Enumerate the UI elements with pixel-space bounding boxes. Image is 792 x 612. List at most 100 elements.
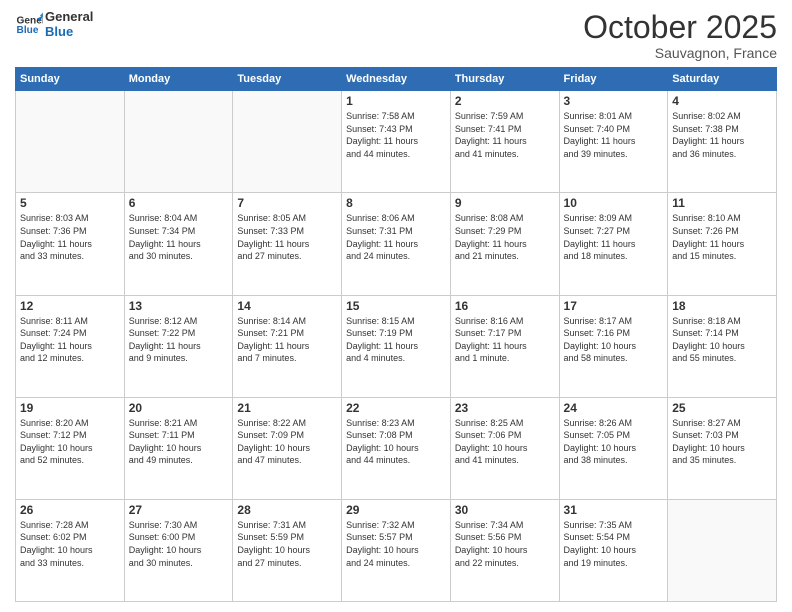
calendar-cell: 21 Sunrise: 8:22 AM Sunset: 7:09 PM Dayli… [233,397,342,499]
calendar-week-4: 19Sunrise: 8:20 AM Sunset: 7:12 PM Dayli… [16,397,777,499]
calendar-cell: 4 Sunrise: 8:02 AM Sunset: 7:38 PM Daylig… [668,91,777,193]
calendar-cell: 19Sunrise: 8:20 AM Sunset: 7:12 PM Dayli… [16,397,125,499]
day-number: 2 [455,94,555,108]
day-info: Sunrise: 8:01 AM Sunset: 7:40 PM Dayligh… [564,110,664,160]
calendar-cell: 31Sunrise: 7:35 AM Sunset: 5:54 PM Dayli… [559,499,668,601]
calendar-cell: 23 Sunrise: 8:25 AM Sunset: 7:06 PM Dayli… [450,397,559,499]
day-info: Sunrise: 8:06 AM Sunset: 7:31 PM Dayligh… [346,212,446,262]
day-number: 28 [237,503,337,517]
day-number: 30 [455,503,555,517]
logo: General Blue General Blue [15,10,93,40]
calendar-cell: 3Sunrise: 8:01 AM Sunset: 7:40 PM Daylig… [559,91,668,193]
header: General Blue General Blue October 2025 S… [15,10,777,61]
day-number: 24 [564,401,664,415]
header-wednesday: Wednesday [342,68,451,91]
day-info: Sunrise: 7:28 AM Sunset: 6:02 PM Dayligh… [20,519,120,569]
header-sunday: Sunday [16,68,125,91]
day-number: 25 [672,401,772,415]
calendar-cell: 12 Sunrise: 8:11 AM Sunset: 7:24 PM Dayli… [16,295,125,397]
header-saturday: Saturday [668,68,777,91]
calendar-table: Sunday Monday Tuesday Wednesday Thursday… [15,67,777,602]
svg-text:Blue: Blue [17,25,39,36]
day-number: 9 [455,196,555,210]
day-info: Sunrise: 8:14 AM Sunset: 7:21 PM Dayligh… [237,315,337,365]
day-info: Sunrise: 8:22 AM Sunset: 7:09 PM Dayligh… [237,417,337,467]
logo-blue: Blue [45,25,93,40]
day-number: 8 [346,196,446,210]
day-number: 4 [672,94,772,108]
day-number: 11 [672,196,772,210]
day-info: Sunrise: 8:05 AM Sunset: 7:33 PM Dayligh… [237,212,337,262]
calendar-cell: 16Sunrise: 8:16 AM Sunset: 7:17 PM Dayli… [450,295,559,397]
day-number: 7 [237,196,337,210]
day-number: 10 [564,196,664,210]
calendar-week-2: 5 Sunrise: 8:03 AM Sunset: 7:36 PM Daylig… [16,193,777,295]
calendar-cell: 14 Sunrise: 8:14 AM Sunset: 7:21 PM Dayli… [233,295,342,397]
calendar-cell: 7 Sunrise: 8:05 AM Sunset: 7:33 PM Daylig… [233,193,342,295]
day-number: 12 [20,299,120,313]
day-number: 31 [564,503,664,517]
day-info: Sunrise: 7:58 AM Sunset: 7:43 PM Dayligh… [346,110,446,160]
day-info: Sunrise: 8:17 AM Sunset: 7:16 PM Dayligh… [564,315,664,365]
calendar-cell: 10 Sunrise: 8:09 AM Sunset: 7:27 PM Dayli… [559,193,668,295]
calendar-cell: 24Sunrise: 8:26 AM Sunset: 7:05 PM Dayli… [559,397,668,499]
calendar-cell: 8 Sunrise: 8:06 AM Sunset: 7:31 PM Daylig… [342,193,451,295]
calendar-week-1: 1 Sunrise: 7:58 AM Sunset: 7:43 PM Daylig… [16,91,777,193]
day-info: Sunrise: 8:10 AM Sunset: 7:26 PM Dayligh… [672,212,772,262]
day-info: Sunrise: 7:31 AM Sunset: 5:59 PM Dayligh… [237,519,337,569]
header-tuesday: Tuesday [233,68,342,91]
day-info: Sunrise: 8:16 AM Sunset: 7:17 PM Dayligh… [455,315,555,365]
day-number: 5 [20,196,120,210]
day-info: Sunrise: 8:27 AM Sunset: 7:03 PM Dayligh… [672,417,772,467]
day-info: Sunrise: 7:59 AM Sunset: 7:41 PM Dayligh… [455,110,555,160]
day-info: Sunrise: 7:34 AM Sunset: 5:56 PM Dayligh… [455,519,555,569]
day-info: Sunrise: 8:12 AM Sunset: 7:22 PM Dayligh… [129,315,229,365]
day-info: Sunrise: 8:08 AM Sunset: 7:29 PM Dayligh… [455,212,555,262]
day-number: 19 [20,401,120,415]
day-info: Sunrise: 8:09 AM Sunset: 7:27 PM Dayligh… [564,212,664,262]
calendar-cell: 2 Sunrise: 7:59 AM Sunset: 7:41 PM Daylig… [450,91,559,193]
day-info: Sunrise: 8:25 AM Sunset: 7:06 PM Dayligh… [455,417,555,467]
calendar-cell: 28 Sunrise: 7:31 AM Sunset: 5:59 PM Dayli… [233,499,342,601]
calendar-cell: 26Sunrise: 7:28 AM Sunset: 6:02 PM Dayli… [16,499,125,601]
calendar-cell: 11 Sunrise: 8:10 AM Sunset: 7:26 PM Dayli… [668,193,777,295]
day-number: 22 [346,401,446,415]
calendar-week-5: 26Sunrise: 7:28 AM Sunset: 6:02 PM Dayli… [16,499,777,601]
page: General Blue General Blue October 2025 S… [0,0,792,612]
header-thursday: Thursday [450,68,559,91]
calendar-cell [668,499,777,601]
day-info: Sunrise: 8:11 AM Sunset: 7:24 PM Dayligh… [20,315,120,365]
day-info: Sunrise: 8:03 AM Sunset: 7:36 PM Dayligh… [20,212,120,262]
day-number: 23 [455,401,555,415]
day-number: 20 [129,401,229,415]
day-number: 27 [129,503,229,517]
day-number: 18 [672,299,772,313]
calendar-cell: 15Sunrise: 8:15 AM Sunset: 7:19 PM Dayli… [342,295,451,397]
calendar-cell: 13 Sunrise: 8:12 AM Sunset: 7:22 PM Dayli… [124,295,233,397]
logo-general: General [45,10,93,25]
header-friday: Friday [559,68,668,91]
calendar-cell: 18 Sunrise: 8:18 AM Sunset: 7:14 PM Dayli… [668,295,777,397]
day-number: 1 [346,94,446,108]
calendar-week-3: 12 Sunrise: 8:11 AM Sunset: 7:24 PM Dayli… [16,295,777,397]
calendar-cell: 1 Sunrise: 7:58 AM Sunset: 7:43 PM Daylig… [342,91,451,193]
day-info: Sunrise: 8:02 AM Sunset: 7:38 PM Dayligh… [672,110,772,160]
calendar-body: 1 Sunrise: 7:58 AM Sunset: 7:43 PM Daylig… [16,91,777,602]
calendar-cell: 27 Sunrise: 7:30 AM Sunset: 6:00 PM Dayli… [124,499,233,601]
day-number: 21 [237,401,337,415]
calendar-cell: 29Sunrise: 7:32 AM Sunset: 5:57 PM Dayli… [342,499,451,601]
calendar-cell: 17Sunrise: 8:17 AM Sunset: 7:16 PM Dayli… [559,295,668,397]
day-info: Sunrise: 8:23 AM Sunset: 7:08 PM Dayligh… [346,417,446,467]
day-number: 14 [237,299,337,313]
day-info: Sunrise: 8:04 AM Sunset: 7:34 PM Dayligh… [129,212,229,262]
day-number: 6 [129,196,229,210]
calendar-cell: 9 Sunrise: 8:08 AM Sunset: 7:29 PM Daylig… [450,193,559,295]
calendar-cell [16,91,125,193]
day-info: Sunrise: 7:30 AM Sunset: 6:00 PM Dayligh… [129,519,229,569]
day-info: Sunrise: 8:18 AM Sunset: 7:14 PM Dayligh… [672,315,772,365]
weekday-header-row: Sunday Monday Tuesday Wednesday Thursday… [16,68,777,91]
day-number: 29 [346,503,446,517]
day-info: Sunrise: 8:21 AM Sunset: 7:11 PM Dayligh… [129,417,229,467]
calendar-cell [233,91,342,193]
day-number: 13 [129,299,229,313]
